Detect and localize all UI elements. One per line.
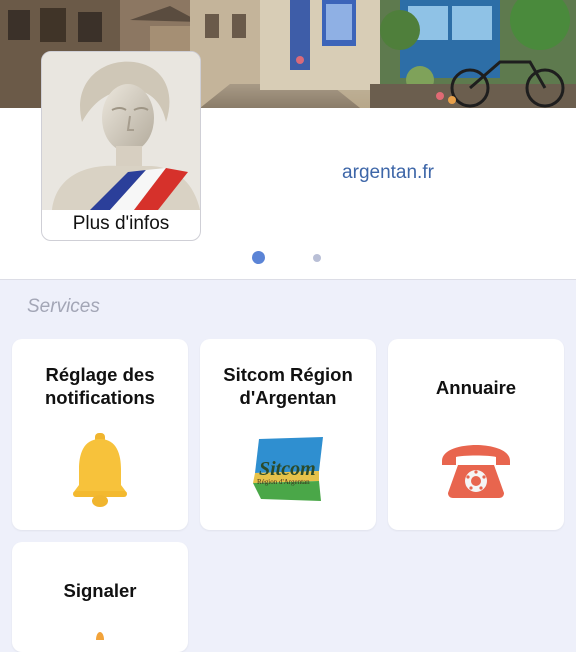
more-info-card[interactable]: Plus d'infos [41, 51, 201, 241]
sitcom-tile[interactable]: Sitcom Région d'Argentan Sitcom Région d… [200, 339, 376, 530]
tile-title: Réglage des notifications [45, 364, 155, 408]
tile-title: Sitcom Région d'Argentan [223, 364, 353, 408]
carousel-dot-active[interactable] [252, 251, 265, 264]
services-section-title: Services [27, 296, 100, 317]
tile-title: Signaler [63, 580, 137, 601]
tile-title: Annuaire [435, 377, 517, 398]
marianne-statue-image [42, 52, 200, 210]
sitcom-logo-text: Sitcom [259, 458, 316, 480]
website-link[interactable]: argentan.fr [300, 162, 476, 184]
notifications-settings-tile[interactable]: Réglage des notifications [12, 339, 188, 530]
bell-icon [73, 433, 127, 507]
sitcom-logo: Sitcom Région d'Argentan [253, 437, 323, 501]
report-tile[interactable]: Signaler [12, 542, 188, 652]
more-info-label: Plus d'infos [72, 213, 170, 234]
directory-tile[interactable]: Annuaire [388, 339, 564, 530]
alert-icon [96, 632, 104, 640]
carousel-dot-inactive[interactable] [313, 254, 321, 262]
sitcom-logo-subtext: Région d'Argentan [257, 478, 310, 486]
telephone-icon [442, 445, 510, 498]
